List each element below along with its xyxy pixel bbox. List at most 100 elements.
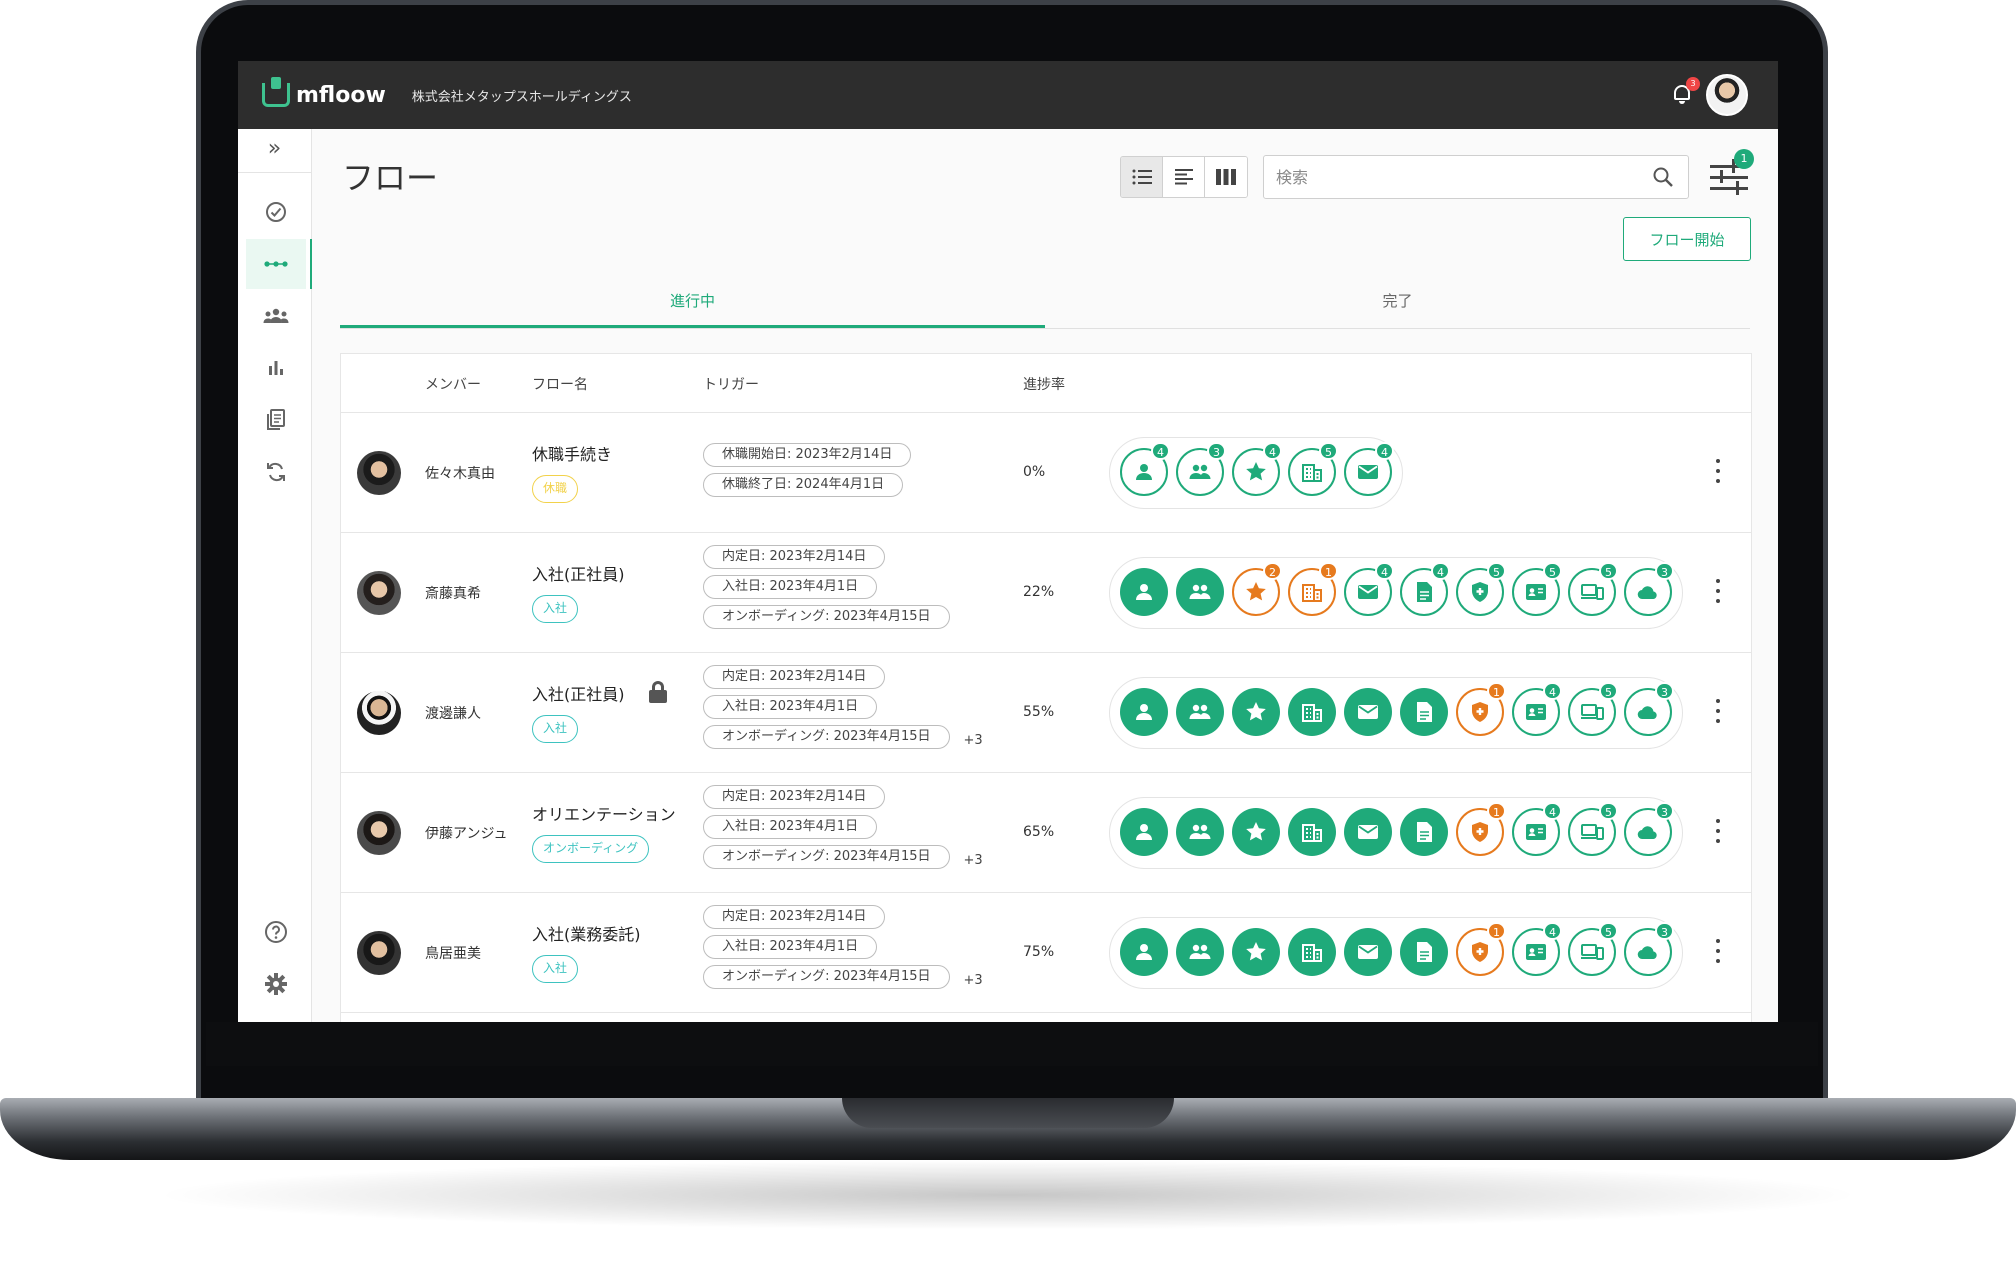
tab-in-progress[interactable]: 進行中 (340, 279, 1045, 328)
filter-icon[interactable]: 1 (1710, 149, 1754, 197)
building-icon (1302, 584, 1322, 602)
step-cloud-icon[interactable]: 3 (1624, 562, 1674, 616)
table-row[interactable]: 斎藤真希 入社(正社員) 入社 内定日: 2023年2月14日 入社日: 2023年4月… (341, 533, 1751, 653)
step-group-icon[interactable] (1176, 928, 1224, 976)
sidebar-item-help[interactable] (246, 907, 306, 957)
sidebar-item-members[interactable] (246, 291, 306, 341)
step-mail-icon[interactable]: 4 (1344, 442, 1394, 496)
step-building-icon[interactable]: 1 (1288, 562, 1338, 616)
step-shield-icon[interactable]: 1 (1456, 802, 1506, 856)
step-star-icon[interactable] (1232, 688, 1280, 736)
app-logo[interactable]: mfloow (262, 77, 386, 108)
flow-name[interactable]: 入社(正社員) (532, 681, 625, 705)
compact-view-button[interactable] (1163, 157, 1205, 197)
step-person-icon[interactable] (1120, 568, 1168, 616)
step-devices-icon[interactable]: 5 (1568, 682, 1618, 736)
user-avatar[interactable] (1706, 74, 1748, 116)
header-trigger[interactable]: トリガー (703, 374, 759, 394)
header-flow[interactable]: フロー名 (532, 374, 588, 394)
sidebar-item-templates[interactable] (246, 395, 306, 445)
step-mail-icon[interactable] (1344, 688, 1392, 736)
step-devices-icon[interactable]: 5 (1568, 802, 1618, 856)
step-person-icon[interactable] (1120, 928, 1168, 976)
step-document-icon[interactable]: 4 (1400, 562, 1450, 616)
step-group-icon[interactable] (1176, 568, 1224, 616)
header-progress[interactable]: 進捗率 (1023, 374, 1065, 394)
step-cloud-icon[interactable]: 3 (1624, 922, 1674, 976)
more-menu-icon[interactable] (1715, 819, 1721, 843)
step-devices-icon[interactable]: 5 (1568, 562, 1618, 616)
step-person-icon[interactable]: 4 (1120, 442, 1170, 496)
step-star-icon[interactable]: 4 (1232, 442, 1282, 496)
table-row[interactable]: 鳥居亜美 入社(業務委託) 入社 内定日: 2023年2月14日 入社日: 2023年4… (341, 893, 1751, 1013)
more-triggers[interactable]: +3 (964, 853, 983, 868)
sidebar-item-tasks[interactable] (246, 187, 306, 237)
sidebar-item-sync[interactable] (246, 447, 306, 497)
step-building-icon[interactable]: 5 (1288, 442, 1338, 496)
step-mail-icon[interactable]: 4 (1344, 562, 1394, 616)
sidebar-item-settings[interactable] (246, 959, 306, 1009)
step-mail-icon[interactable] (1344, 808, 1392, 856)
laptop-bezel (206, 1022, 1818, 1066)
more-triggers[interactable]: +3 (964, 733, 983, 748)
more-menu-icon[interactable] (1715, 459, 1721, 483)
more-menu-icon[interactable] (1715, 939, 1721, 963)
notification-bell-icon[interactable]: 3 (1672, 77, 1700, 105)
member-name[interactable]: 佐々木真由 (425, 463, 495, 483)
more-menu-icon[interactable] (1715, 699, 1721, 723)
step-star-icon[interactable] (1232, 808, 1280, 856)
member-name[interactable]: 鳥居亜美 (425, 943, 481, 963)
step-document-icon[interactable] (1400, 928, 1448, 976)
more-triggers[interactable]: +3 (964, 973, 983, 988)
sidebar-item-flow[interactable] (246, 239, 314, 289)
step-cloud-icon[interactable]: 3 (1624, 802, 1674, 856)
step-shield-icon[interactable]: 1 (1456, 682, 1506, 736)
column-view-button[interactable] (1205, 157, 1247, 197)
step-person-icon[interactable] (1120, 688, 1168, 736)
step-devices-icon[interactable]: 5 (1568, 922, 1618, 976)
step-building-icon[interactable] (1288, 808, 1336, 856)
flow-tag: オンボーディング (532, 835, 650, 863)
member-name[interactable]: 斎藤真希 (425, 583, 481, 603)
expand-sidebar-icon[interactable]: » (238, 129, 311, 173)
step-star-icon[interactable] (1232, 928, 1280, 976)
header-member[interactable]: メンバー (425, 374, 481, 394)
flow-name[interactable]: オリエンテーション (532, 801, 676, 825)
step-id-card-icon[interactable]: 4 (1512, 802, 1562, 856)
cloud-icon (1637, 586, 1657, 600)
member-name[interactable]: 渡邊謙人 (425, 703, 481, 723)
sidebar-item-reports[interactable] (246, 343, 306, 393)
step-shield-icon[interactable]: 5 (1456, 562, 1506, 616)
search-input[interactable] (1264, 156, 1624, 198)
step-id-card-icon[interactable]: 4 (1512, 682, 1562, 736)
step-mail-icon[interactable] (1344, 928, 1392, 976)
cloud-icon (1637, 826, 1657, 840)
step-star-icon[interactable]: 2 (1232, 562, 1282, 616)
step-document-icon[interactable] (1400, 688, 1448, 736)
step-building-icon[interactable] (1288, 688, 1336, 736)
search-icon[interactable] (1652, 166, 1674, 188)
table-row[interactable]: 渡邊謙人 入社(正社員) 入社 内定日: 2023年2月14日 入社日: 2023年4月… (341, 653, 1751, 773)
step-cloud-icon[interactable]: 3 (1624, 682, 1674, 736)
step-document-icon[interactable] (1400, 808, 1448, 856)
step-building-icon[interactable] (1288, 928, 1336, 976)
step-id-card-icon[interactable]: 5 (1512, 562, 1562, 616)
step-shield-icon[interactable]: 1 (1456, 922, 1506, 976)
step-group-icon[interactable]: 3 (1176, 442, 1226, 496)
step-progress: 1 4 5 3 (1109, 677, 1683, 749)
main-content: フロー 検索 1 フロー開始 進行中 完了 メンバー フロー名 トリガー 進捗率… (312, 129, 1778, 1022)
list-view-button[interactable] (1121, 157, 1163, 197)
start-flow-button[interactable]: フロー開始 (1623, 217, 1751, 261)
step-person-icon[interactable] (1120, 808, 1168, 856)
tab-completed[interactable]: 完了 (1045, 279, 1750, 328)
step-group-icon[interactable] (1176, 808, 1224, 856)
flow-name[interactable]: 入社(正社員) (532, 561, 625, 585)
flow-name[interactable]: 休職手続き (532, 441, 612, 465)
table-row[interactable]: 佐々木真由 休職手続き 休職 休職開始日: 2023年2月14日 休職終了日: 2024… (341, 413, 1751, 533)
table-row[interactable]: 伊藤アンジュ オリエンテーション オンボーディング 内定日: 2023年2月14日 入社… (341, 773, 1751, 893)
step-id-card-icon[interactable]: 4 (1512, 922, 1562, 976)
member-name[interactable]: 伊藤アンジュ (425, 823, 507, 843)
step-group-icon[interactable] (1176, 688, 1224, 736)
flow-name[interactable]: 入社(業務委託) (532, 921, 641, 945)
more-menu-icon[interactable] (1715, 579, 1721, 603)
